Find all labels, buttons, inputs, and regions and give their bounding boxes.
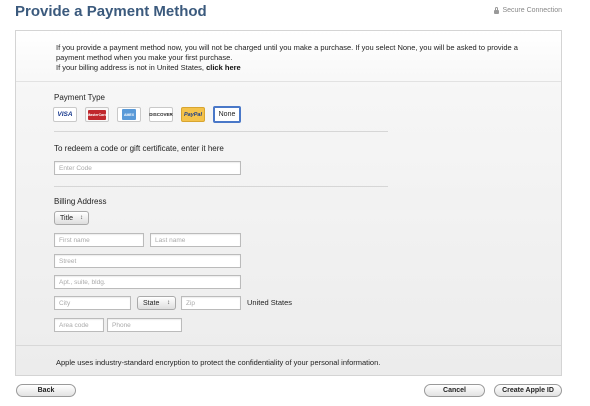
cancel-button[interactable]: Cancel bbox=[424, 384, 485, 397]
zip-input[interactable]: Zip bbox=[181, 296, 241, 310]
billing-note: If your billing address is not in United… bbox=[56, 63, 526, 73]
discover-logo: DISCOVER bbox=[149, 112, 173, 117]
redeem-label: To redeem a code or gift certificate, en… bbox=[54, 144, 224, 153]
paypal-button[interactable]: PayPal bbox=[181, 107, 205, 122]
billing-click-here-link[interactable]: click here bbox=[206, 63, 241, 72]
payment-form-panel: If you provide a payment method now, you… bbox=[15, 30, 562, 376]
visa-card-button[interactable]: VISA bbox=[53, 107, 77, 122]
none-payment-button[interactable]: None bbox=[213, 106, 241, 123]
country-label: United States bbox=[247, 298, 293, 307]
create-apple-id-button[interactable]: Create Apple ID bbox=[494, 384, 562, 397]
select-arrows-icon: ↕ bbox=[80, 214, 83, 221]
city-input[interactable]: City bbox=[54, 296, 131, 310]
title-select-value: Title bbox=[60, 214, 73, 222]
apt-suite-input[interactable]: Apt., suite, bldg. bbox=[54, 275, 241, 289]
billing-address-label: Billing Address bbox=[54, 197, 107, 206]
secure-connection-label: Secure Connection bbox=[502, 7, 562, 14]
phone-input[interactable]: Phone bbox=[107, 318, 182, 332]
mastercard-button[interactable]: MasterCard bbox=[85, 107, 109, 122]
title-select[interactable]: Title ↕ bbox=[54, 211, 89, 225]
select-arrows-icon: ↕ bbox=[167, 299, 170, 306]
encryption-note: Apple uses industry-standard encryption … bbox=[56, 358, 381, 367]
none-label: None bbox=[218, 111, 236, 118]
last-name-input[interactable]: Last name bbox=[150, 233, 241, 247]
intro-divider bbox=[16, 81, 561, 82]
state-select-value: State bbox=[143, 299, 160, 307]
page-title: Provide a Payment Method bbox=[15, 3, 207, 20]
street-input[interactable]: Street bbox=[54, 254, 241, 268]
mastercard-logo: MasterCard bbox=[87, 109, 107, 120]
area-code-input[interactable]: Area code bbox=[54, 318, 104, 332]
first-name-input[interactable]: First name bbox=[54, 233, 144, 247]
redeem-code-input[interactable]: Enter Code bbox=[54, 161, 241, 175]
back-button[interactable]: Back bbox=[16, 384, 76, 397]
payment-type-options: VISA MasterCard AMEX DISCOVER PayPal Non… bbox=[53, 106, 241, 123]
paypal-logo: PayPal bbox=[183, 111, 203, 118]
lock-icon bbox=[494, 6, 500, 14]
intro-text-block: If you provide a payment method now, you… bbox=[56, 43, 526, 73]
state-select[interactable]: State ↕ bbox=[137, 296, 176, 310]
divider bbox=[54, 131, 388, 132]
divider bbox=[54, 186, 388, 187]
billing-note-prefix: If your billing address is not in United… bbox=[56, 63, 204, 72]
amex-button[interactable]: AMEX bbox=[117, 107, 141, 122]
discover-button[interactable]: DISCOVER bbox=[149, 107, 173, 122]
visa-label: VISA bbox=[57, 111, 73, 118]
amex-logo: AMEX bbox=[122, 109, 136, 120]
payment-type-label: Payment Type bbox=[54, 93, 105, 102]
intro-paragraph: If you provide a payment method now, you… bbox=[56, 43, 518, 62]
footer-divider bbox=[16, 345, 561, 346]
secure-connection: Secure Connection bbox=[494, 6, 562, 14]
